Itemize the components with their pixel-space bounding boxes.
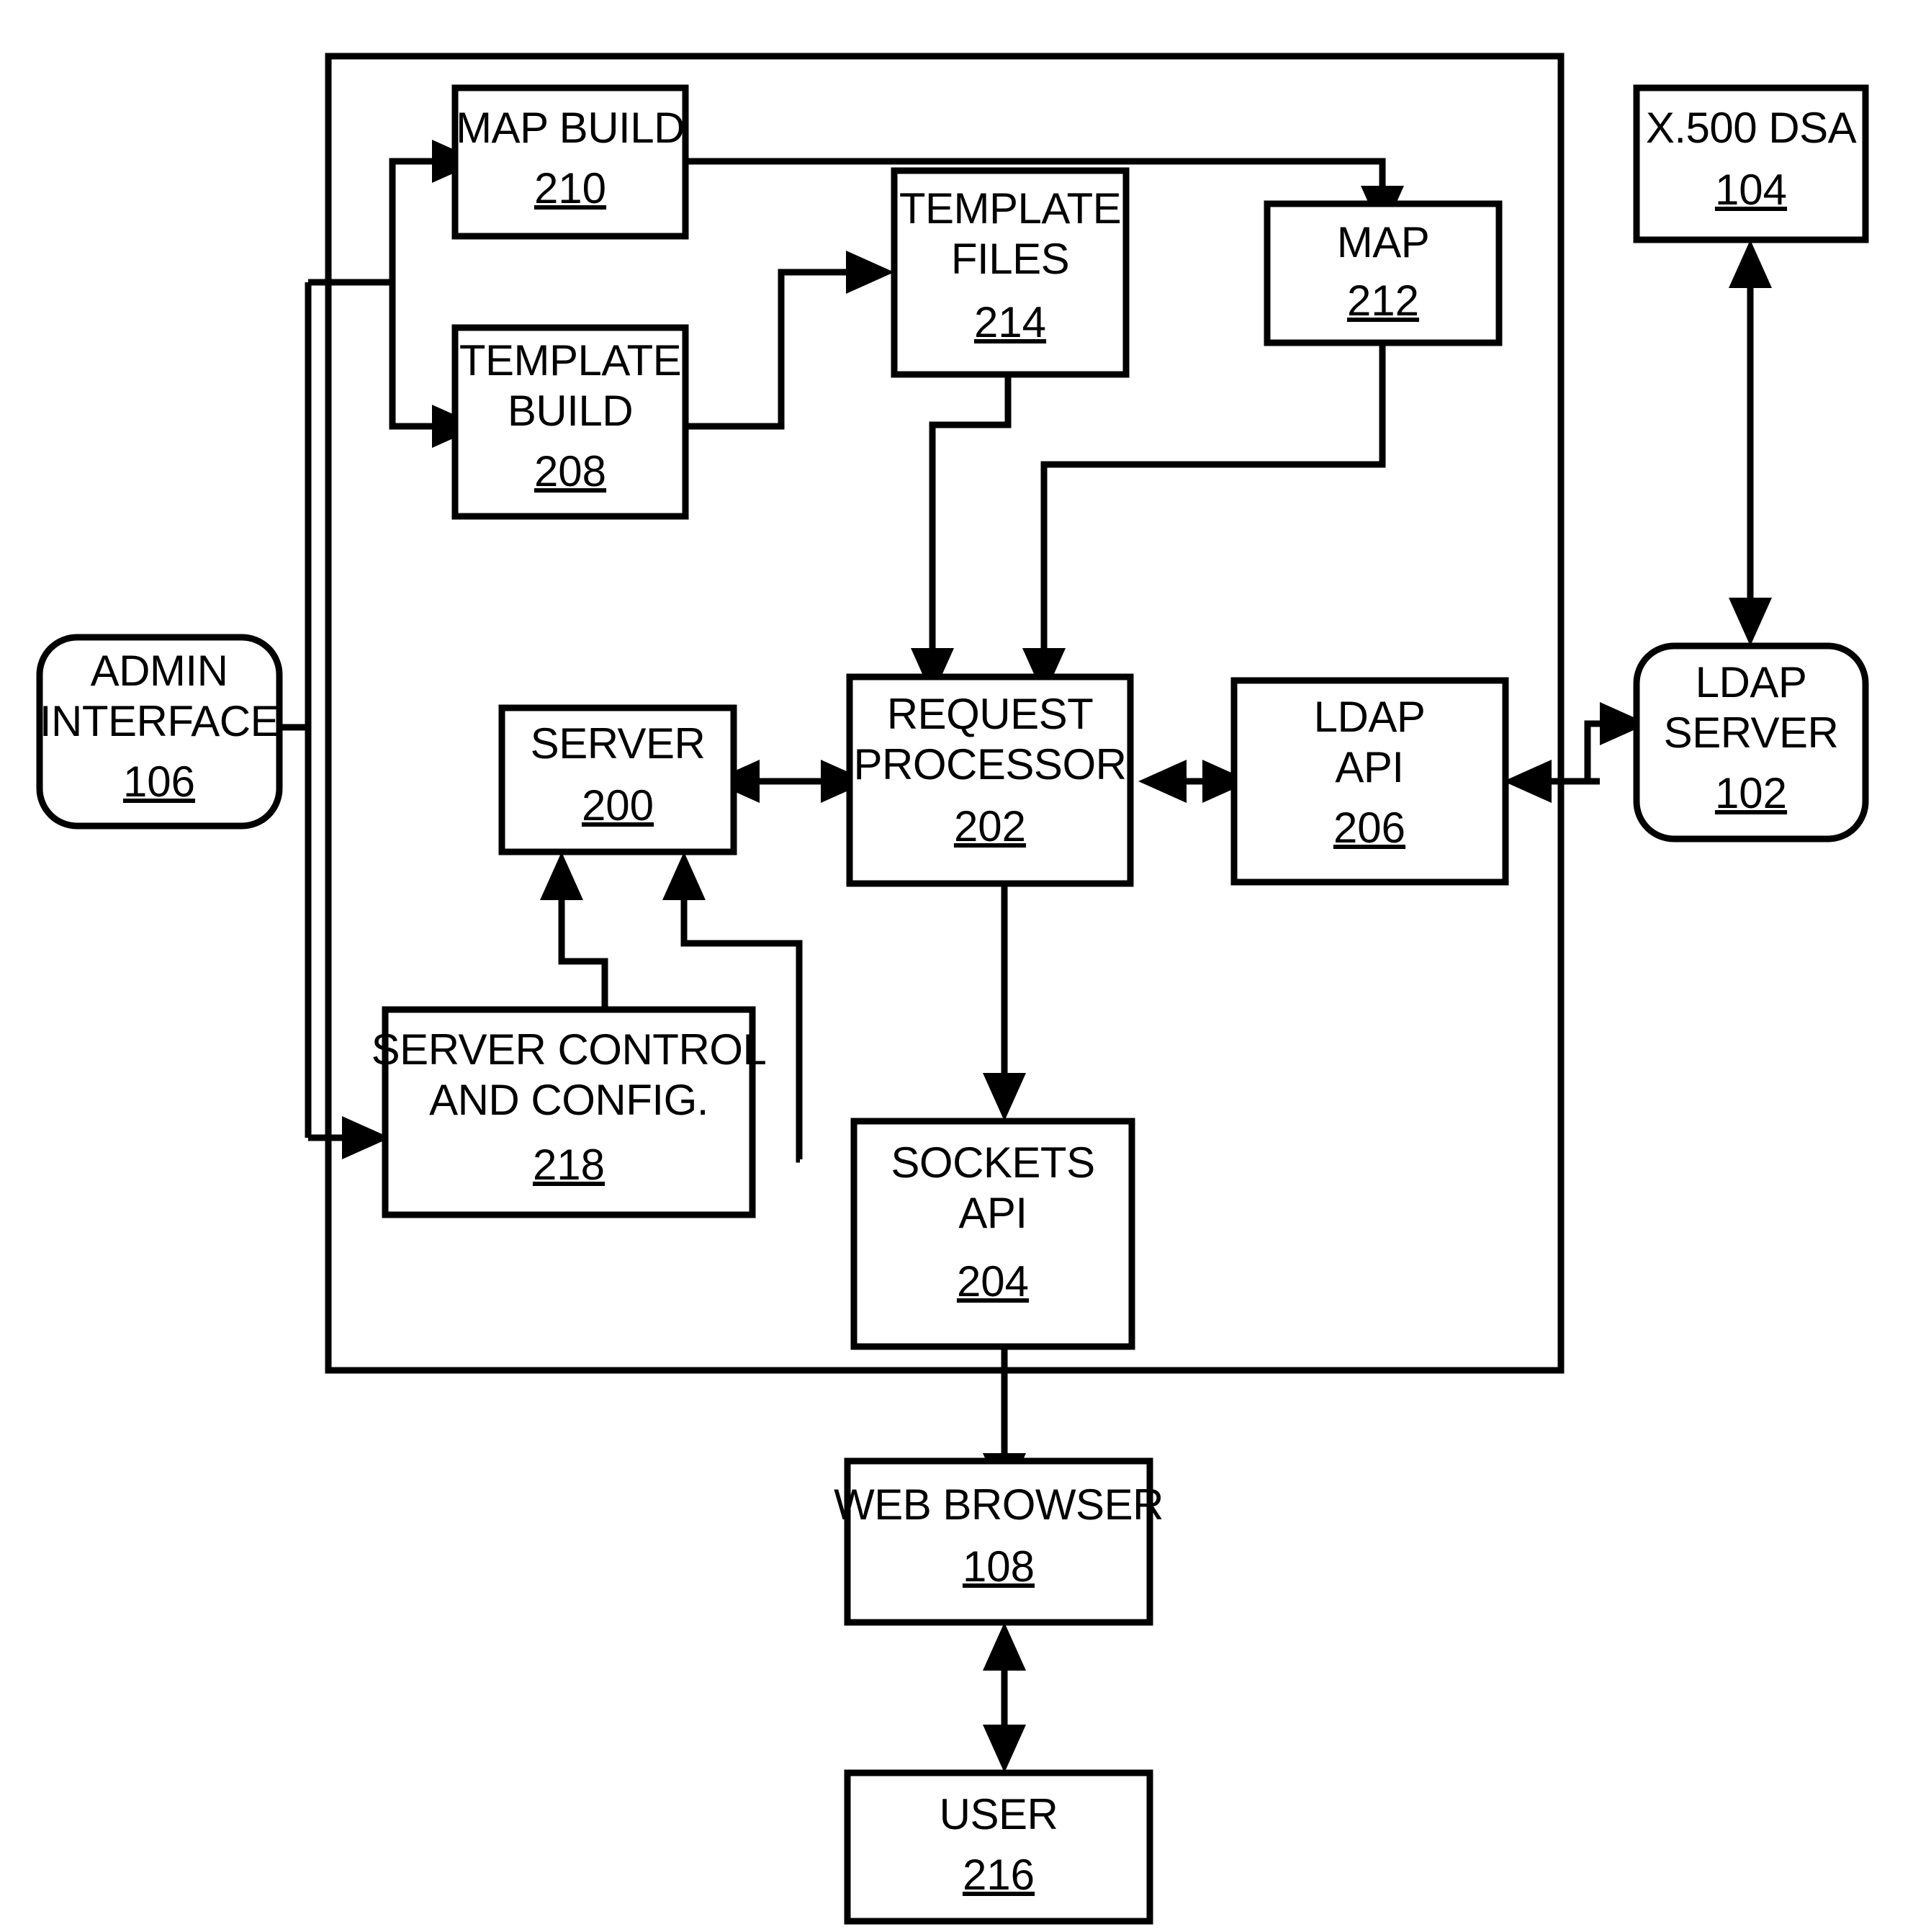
connection-web-browser-user bbox=[983, 1622, 1026, 1773]
node-ldap-server-ref: 102 bbox=[1715, 769, 1787, 817]
node-request-processor-line2: PROCESSOR bbox=[854, 740, 1127, 788]
node-template-build-line2: BUILD bbox=[508, 387, 633, 435]
node-map-build[interactable]: MAP BUILD 210 bbox=[451, 84, 689, 240]
connection-template-files-to-request-processor bbox=[911, 374, 1012, 696]
connection-server-control-to-server bbox=[540, 852, 608, 1010]
node-map-build-ref: 210 bbox=[534, 164, 606, 212]
node-template-files-line2: FILES bbox=[951, 235, 1069, 283]
node-web-browser[interactable]: WEB BROWSER 108 bbox=[834, 1457, 1163, 1626]
node-user-line1: USER bbox=[940, 1790, 1058, 1838]
node-server-control-line2: AND CONFIG. bbox=[429, 1076, 708, 1124]
node-web-browser-line1: WEB BROWSER bbox=[834, 1481, 1163, 1529]
node-template-build[interactable]: TEMPLATE BUILD 208 bbox=[451, 324, 689, 520]
node-server-control[interactable]: SERVER CONTROL AND CONFIG. 218 bbox=[372, 1006, 767, 1218]
node-server-control-line1: SERVER CONTROL bbox=[372, 1025, 767, 1074]
node-admin-interface-line1: ADMIN bbox=[91, 647, 228, 695]
node-sockets-api-ref: 204 bbox=[957, 1257, 1029, 1306]
node-template-files-line1: TEMPLATE bbox=[899, 184, 1121, 233]
node-web-browser-ref: 108 bbox=[963, 1542, 1035, 1591]
connection-ldap-server-x500-dsa bbox=[1729, 240, 1772, 646]
node-sockets-api[interactable]: SOCKETS API 204 bbox=[850, 1118, 1135, 1350]
node-server-ref: 200 bbox=[582, 781, 654, 830]
node-server-line1: SERVER bbox=[531, 719, 706, 768]
node-ldap-api-line2: API bbox=[1335, 743, 1403, 791]
connection-admin-interface-trunk bbox=[281, 282, 312, 1138]
connection-ldap-api-ldap-server bbox=[1503, 702, 1648, 803]
node-sockets-api-line2: API bbox=[958, 1189, 1027, 1237]
node-ldap-api-line1: LDAP bbox=[1314, 693, 1426, 741]
node-template-files[interactable]: TEMPLATE FILES 214 bbox=[891, 167, 1130, 378]
node-request-processor-ref: 202 bbox=[954, 802, 1026, 850]
node-user-ref: 216 bbox=[963, 1851, 1035, 1899]
node-template-build-line1: TEMPLATE bbox=[459, 336, 681, 385]
node-map-ref: 212 bbox=[1347, 277, 1419, 325]
node-sockets-api-line1: SOCKETS bbox=[891, 1138, 1094, 1187]
node-request-processor-line1: REQUEST bbox=[887, 690, 1094, 738]
node-template-build-ref: 208 bbox=[534, 447, 606, 495]
node-ldap-server-line1: LDAP bbox=[1696, 658, 1807, 706]
figure-canvas: MAP BUILD 210 TEMPLATE BUILD 208 TEMPLAT… bbox=[0, 0, 1931, 1932]
node-user[interactable]: USER 216 bbox=[844, 1769, 1153, 1925]
connection-map-to-request-processor bbox=[1022, 343, 1386, 696]
connection-template-build-to-template-files bbox=[686, 251, 894, 430]
node-server-control-ref: 218 bbox=[533, 1141, 605, 1189]
block-diagram: MAP BUILD 210 TEMPLATE BUILD 208 TEMPLAT… bbox=[36, 53, 1869, 1925]
connection-admin-to-server-control bbox=[308, 1116, 390, 1159]
node-map-build-line1: MAP BUILD bbox=[456, 104, 685, 152]
node-template-files-ref: 214 bbox=[974, 298, 1046, 346]
node-server[interactable]: SERVER 200 bbox=[498, 704, 737, 855]
node-x500-dsa-line1: X.500 DSA bbox=[1646, 104, 1857, 152]
node-x500-dsa[interactable]: X.500 DSA 104 bbox=[1633, 84, 1869, 243]
connection-request-processor-to-sockets bbox=[983, 884, 1026, 1121]
node-x500-dsa-ref: 104 bbox=[1715, 166, 1787, 214]
node-ldap-server-line2: SERVER bbox=[1664, 709, 1839, 757]
node-request-processor[interactable]: REQUEST PROCESSOR 202 bbox=[846, 673, 1134, 887]
node-ldap-server[interactable]: LDAP SERVER 102 bbox=[1633, 642, 1869, 843]
node-map-line1: MAP bbox=[1337, 218, 1430, 266]
node-ldap-api[interactable]: LDAP API 206 bbox=[1230, 677, 1509, 886]
node-map[interactable]: MAP 212 bbox=[1264, 200, 1503, 346]
node-admin-interface[interactable]: ADMIN INTERFACE 106 bbox=[36, 634, 283, 830]
node-ldap-api-ref: 206 bbox=[1333, 804, 1405, 852]
node-admin-interface-ref: 106 bbox=[123, 758, 195, 806]
node-admin-interface-line2: INTERFACE bbox=[40, 697, 279, 745]
